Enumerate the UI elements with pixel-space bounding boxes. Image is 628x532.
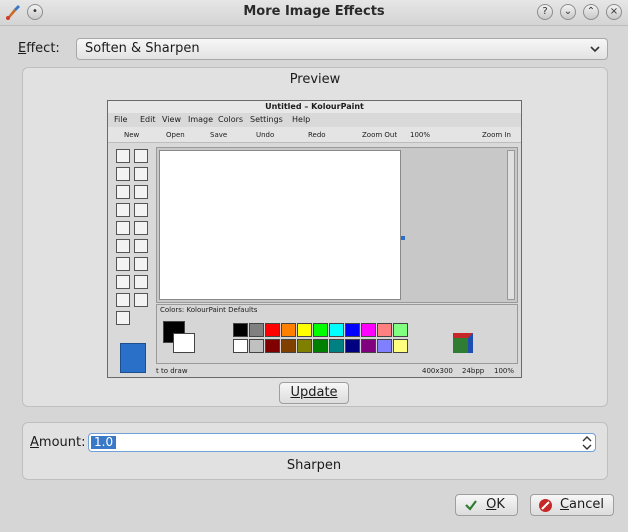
preview-window-titlebar: Untitled – KolourPaint — [108, 101, 521, 113]
preview-toolbar-item: Zoom Out — [362, 131, 398, 139]
preview-color-swatch — [329, 323, 344, 337]
preview-color-swatch — [233, 323, 248, 337]
preview-color-swatch — [265, 339, 280, 353]
ok-button[interactable]: OK — [455, 494, 518, 516]
preview-color-swatch — [281, 323, 296, 337]
preview-background-color — [173, 333, 195, 353]
preview-color-swatch — [281, 339, 296, 353]
preview-window-title: Untitled – KolourPaint — [265, 102, 364, 111]
amount-mode-label: Sharpen — [286, 458, 342, 473]
preview-color-swatch — [233, 339, 248, 353]
preview-tool — [116, 239, 130, 253]
minimize-button[interactable]: ⌄ — [560, 4, 576, 20]
preview-menu-item: Settings — [250, 115, 283, 124]
preview-canvas — [159, 150, 401, 300]
window-title: More Image Effects — [243, 4, 385, 19]
preview-resize-handle — [401, 236, 405, 240]
title-bar: • More Image Effects ? ⌄ ⌃ × — [0, 0, 628, 26]
preview-tool — [134, 149, 148, 163]
preview-color-swatch — [393, 323, 408, 337]
preview-color-swatch — [329, 339, 344, 353]
preview-title: Preview — [289, 72, 341, 87]
preview-toolbar-item: Open — [166, 131, 185, 139]
amount-label: Amount: — [30, 435, 86, 450]
preview-toolbar: New Open Save Undo Redo Zoom Out 100% Zo… — [108, 127, 521, 143]
preview-tool — [134, 185, 148, 199]
update-button[interactable]: Update — [279, 382, 349, 404]
preview-toolbar-item: Save — [210, 131, 228, 139]
preview-tool — [116, 185, 130, 199]
cancel-button[interactable]: Cancel — [530, 494, 614, 516]
color-cube-icon — [453, 333, 473, 353]
preview-statusbar: t to draw 400x300 24bpp 100% — [152, 366, 521, 376]
preview-tool — [134, 293, 148, 307]
preview-color-swatch — [249, 339, 264, 353]
preview-menu-item: Colors — [218, 115, 244, 124]
preview-status-bpp: 24bpp — [462, 367, 485, 375]
preview-color-swatch — [249, 323, 264, 337]
preview-tool — [116, 149, 130, 163]
preview-tool — [116, 257, 130, 271]
checkmark-icon — [465, 500, 477, 511]
preview-menu-item: View — [162, 115, 181, 124]
preview-color-swatch — [377, 323, 392, 337]
preview-tool — [134, 167, 148, 181]
preview-status-size: 400x300 — [422, 367, 453, 375]
preview-image: Untitled – KolourPaint File Edit View Im… — [107, 100, 522, 378]
preview-color-swatch — [345, 323, 360, 337]
preview-menu-item: Image — [188, 115, 214, 124]
preview-tool — [134, 257, 148, 271]
preview-tool — [116, 275, 130, 289]
preview-menu-item: Edit — [140, 115, 156, 124]
preview-toolbar-item: New — [124, 131, 140, 139]
preview-toolbar-item: Redo — [308, 131, 326, 139]
cancel-icon — [539, 499, 552, 512]
close-button[interactable]: × — [606, 4, 622, 20]
preview-tool-option — [120, 343, 146, 373]
spin-arrows-icon[interactable] — [581, 435, 593, 451]
preview-menu-item: Help — [292, 115, 311, 124]
effect-label: Effect: — [18, 41, 60, 56]
preview-color-swatch — [345, 339, 360, 353]
preview-color-swatch — [265, 323, 280, 337]
preview-tool — [116, 167, 130, 181]
preview-tool — [116, 311, 130, 325]
preview-tool — [134, 275, 148, 289]
amount-spinbox[interactable]: 1.0 — [88, 433, 596, 452]
preview-tool — [134, 203, 148, 217]
maximize-button[interactable]: ⌃ — [583, 4, 599, 20]
preview-tool — [116, 203, 130, 217]
preview-canvas-area — [156, 147, 518, 303]
preview-tool — [134, 239, 148, 253]
preview-tool — [134, 221, 148, 235]
preview-status-zoom: 100% — [494, 367, 515, 375]
effect-combobox[interactable]: Soften & Sharpen — [76, 38, 608, 60]
preview-color-swatch — [361, 339, 376, 353]
preview-tool-palette — [114, 149, 152, 373]
preview-tool — [116, 293, 130, 307]
chevron-down-icon — [590, 46, 600, 53]
preview-color-swatch — [313, 339, 328, 353]
amount-value: 1.0 — [91, 436, 117, 449]
preview-color-swatch — [393, 339, 408, 353]
preview-toolbar-item: 100% — [410, 131, 431, 139]
preview-toolbar-item: Undo — [256, 131, 275, 139]
preview-scrollbar — [507, 150, 515, 300]
preview-tool — [116, 221, 130, 235]
help-button[interactable]: ? — [537, 4, 553, 20]
preview-toolbar-item: Zoom In — [482, 131, 511, 139]
effect-value: Soften & Sharpen — [85, 41, 200, 56]
preview-color-swatch — [297, 339, 312, 353]
preview-menu-item: File — [114, 115, 128, 124]
preview-color-swatch — [361, 323, 376, 337]
preview-color-swatch — [297, 323, 312, 337]
preview-status-text: t to draw — [156, 367, 188, 375]
preview-color-swatch — [313, 323, 328, 337]
preview-color-swatch — [377, 339, 392, 353]
preview-colors-label: Colors: KolourPaint Defaults — [160, 306, 258, 314]
preview-colors-panel: Colors: KolourPaint Defaults — [156, 304, 518, 364]
